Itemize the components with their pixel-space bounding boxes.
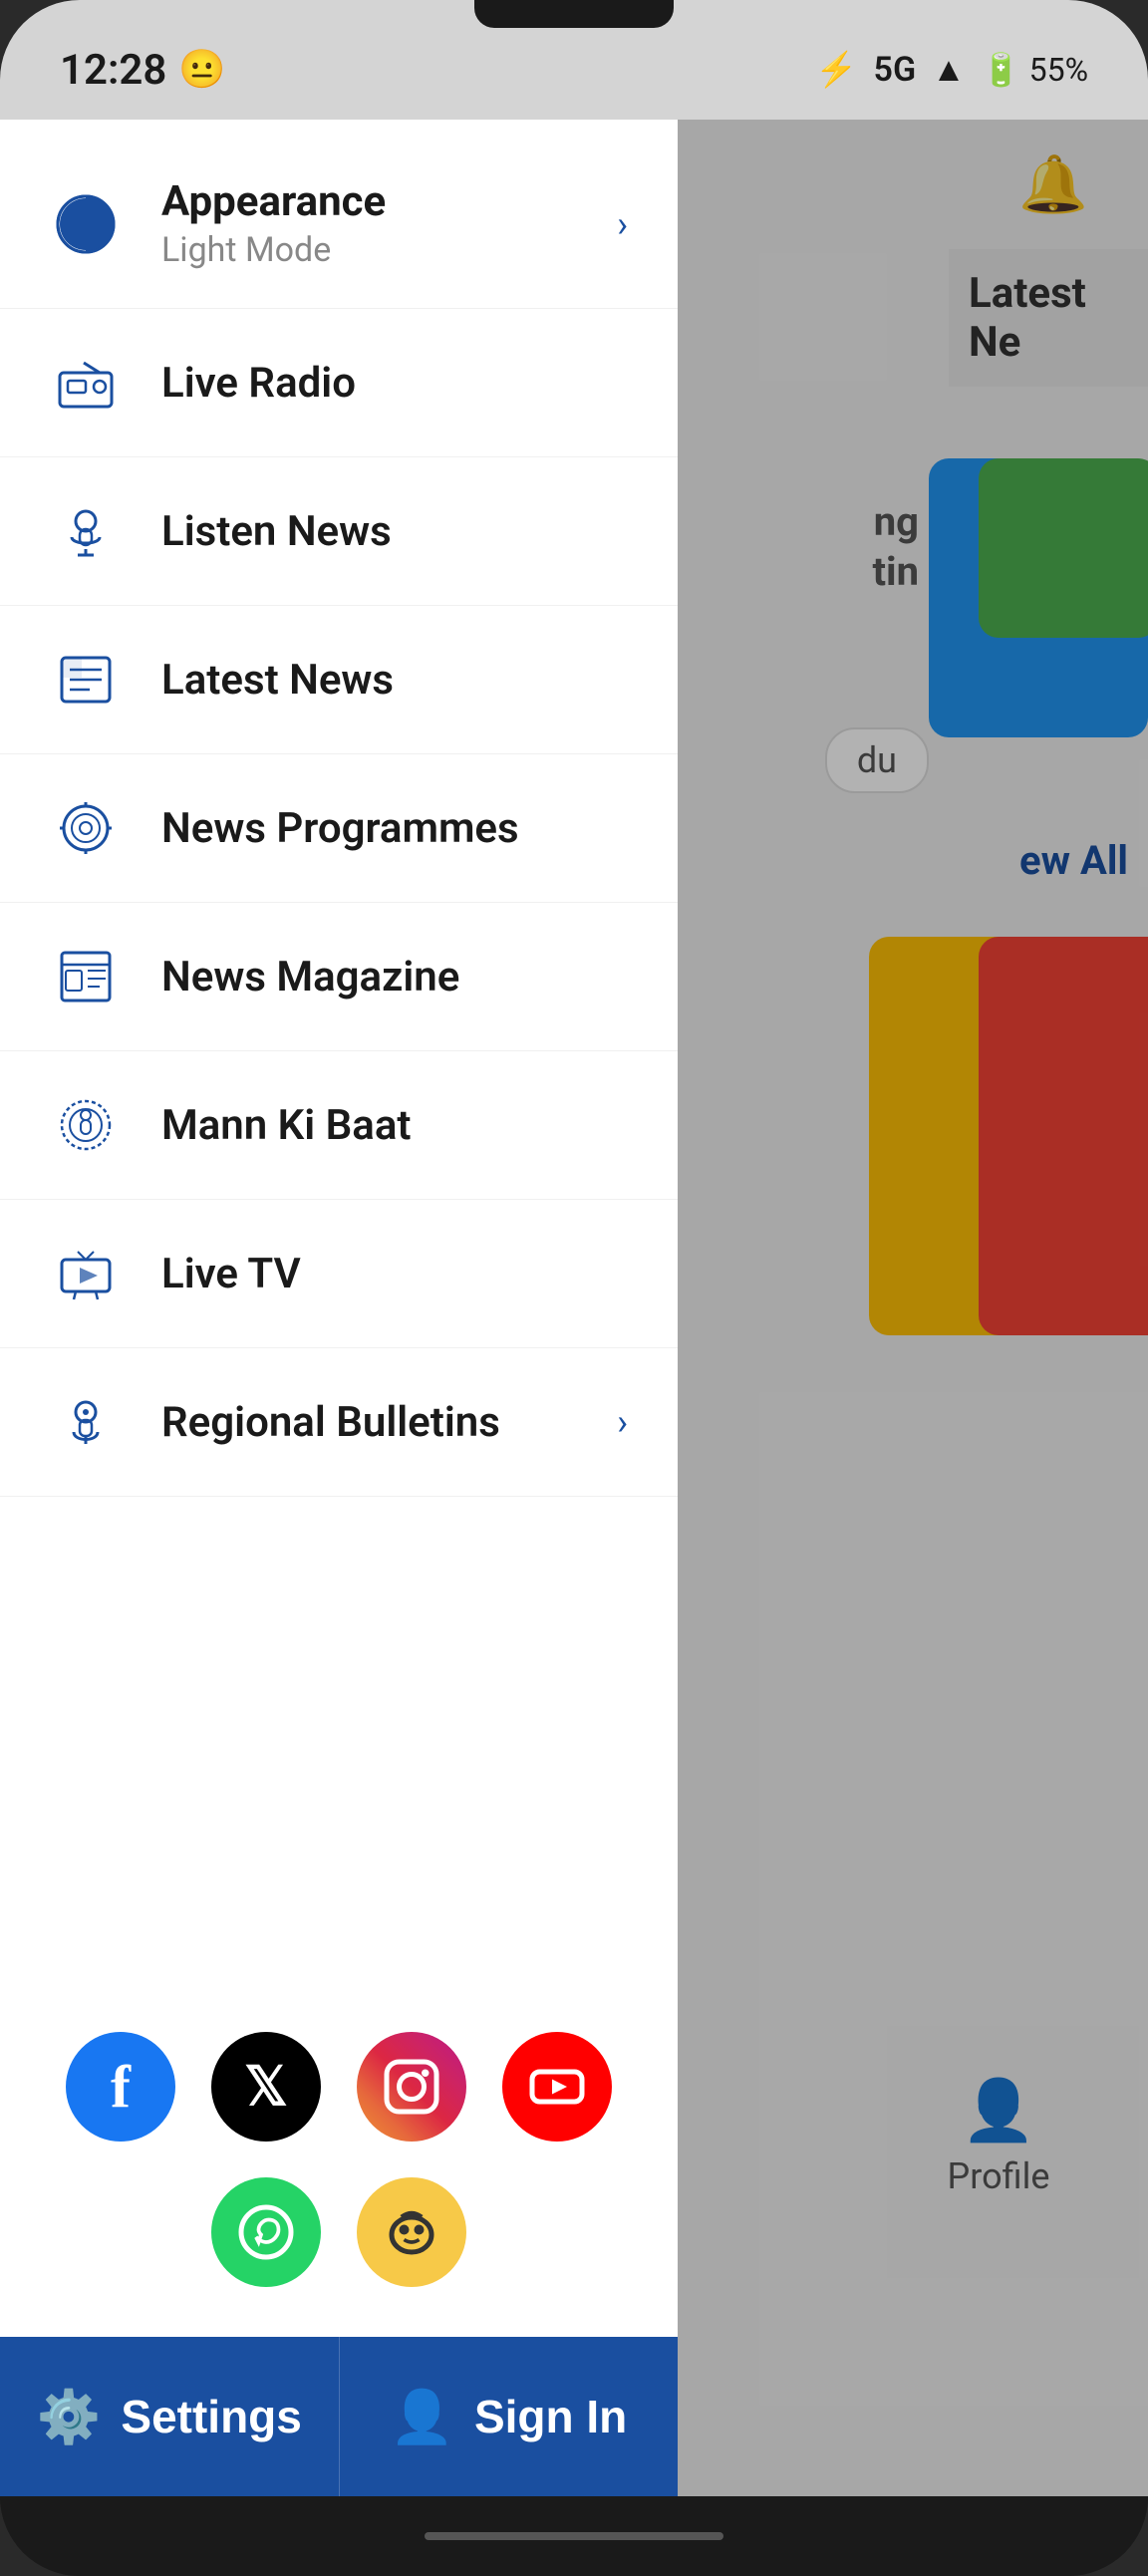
news-magazine-icon bbox=[50, 941, 122, 1012]
drawer-menu: Appearance Light Mode › bbox=[0, 120, 678, 1982]
phone-notch bbox=[474, 0, 674, 28]
battery-indicator: 🔋 55% bbox=[982, 51, 1088, 89]
live-radio-label: Live Radio bbox=[161, 359, 628, 408]
regional-bulletins-chevron: › bbox=[617, 1401, 628, 1443]
listen-news-label: Listen News bbox=[161, 507, 628, 556]
status-right: ⚡ 5G ▲ 🔋 55% bbox=[815, 50, 1088, 90]
signal-icon: ▲ bbox=[932, 50, 966, 90]
instagram-icon[interactable] bbox=[357, 2032, 466, 2142]
phone-frame: 12:28 😐 ⚡ 5G ▲ 🔋 55% 🔔 Latest Ne ng tin … bbox=[0, 0, 1148, 2576]
mann-ki-baat-label: Mann Ki Baat bbox=[161, 1101, 628, 1150]
menu-item-latest-news[interactable]: Latest News bbox=[0, 606, 678, 754]
regional-bulletins-label: Regional Bulletins bbox=[161, 1398, 577, 1447]
appearance-chevron: › bbox=[617, 203, 628, 245]
menu-item-live-tv[interactable]: Live TV bbox=[0, 1200, 678, 1348]
menu-item-news-magazine[interactable]: News Magazine bbox=[0, 903, 678, 1051]
appearance-subtitle: Light Mode bbox=[161, 230, 577, 270]
settings-label: Settings bbox=[121, 2390, 301, 2443]
main-area: 🔔 Latest Ne ng tin du ew All 👤 Profile bbox=[0, 120, 1148, 2496]
facebook-icon[interactable]: f bbox=[66, 2032, 175, 2142]
mann-ki-baat-icon bbox=[50, 1089, 122, 1161]
bottom-bar: ⚙️ Settings 👤 Sign In bbox=[0, 2337, 678, 2496]
live-tv-icon bbox=[50, 1238, 122, 1309]
settings-icon: ⚙️ bbox=[37, 2387, 102, 2447]
settings-button[interactable]: ⚙️ Settings bbox=[0, 2337, 340, 2496]
news-magazine-label: News Magazine bbox=[161, 953, 628, 1002]
network-indicator: 5G bbox=[874, 50, 917, 90]
listen-news-icon bbox=[50, 495, 122, 567]
appearance-icon bbox=[50, 188, 122, 260]
koo-icon[interactable] bbox=[357, 2177, 466, 2287]
home-bar-indicator bbox=[425, 2532, 723, 2540]
appearance-content: Appearance Light Mode bbox=[161, 177, 577, 270]
appearance-title: Appearance bbox=[161, 177, 577, 226]
news-programmes-label: News Programmes bbox=[161, 804, 628, 853]
home-bar bbox=[0, 2496, 1148, 2576]
sign-in-icon: 👤 bbox=[390, 2387, 454, 2447]
menu-item-listen-news[interactable]: Listen News bbox=[0, 457, 678, 606]
x-twitter-icon[interactable]: 𝕏 bbox=[211, 2032, 321, 2142]
regional-bulletins-icon bbox=[50, 1386, 122, 1458]
sign-in-label: Sign In bbox=[474, 2390, 627, 2443]
sign-in-button[interactable]: 👤 Sign In bbox=[340, 2337, 679, 2496]
menu-item-news-programmes[interactable]: News Programmes bbox=[0, 754, 678, 903]
live-tv-label: Live TV bbox=[161, 1250, 628, 1298]
side-drawer: Appearance Light Mode › bbox=[0, 120, 678, 2496]
status-time: 12:28 bbox=[60, 46, 166, 95]
whatsapp-icon[interactable] bbox=[211, 2177, 321, 2287]
menu-item-appearance[interactable]: Appearance Light Mode › bbox=[0, 140, 678, 309]
youtube-icon[interactable] bbox=[502, 2032, 612, 2142]
menu-item-mann-ki-baat[interactable]: Mann Ki Baat bbox=[0, 1051, 678, 1200]
latest-news-icon bbox=[50, 644, 122, 716]
live-radio-icon bbox=[50, 347, 122, 419]
status-time-area: 12:28 😐 bbox=[60, 46, 226, 95]
menu-item-live-radio[interactable]: Live Radio bbox=[0, 309, 678, 457]
social-bar: f 𝕏 bbox=[0, 1982, 678, 2337]
news-programmes-icon bbox=[50, 792, 122, 864]
bluetooth-icon: ⚡ bbox=[815, 50, 857, 90]
menu-item-regional-bulletins[interactable]: Regional Bulletins › bbox=[0, 1348, 678, 1497]
latest-news-label: Latest News bbox=[161, 656, 628, 705]
status-emoji: 😐 bbox=[178, 48, 225, 92]
